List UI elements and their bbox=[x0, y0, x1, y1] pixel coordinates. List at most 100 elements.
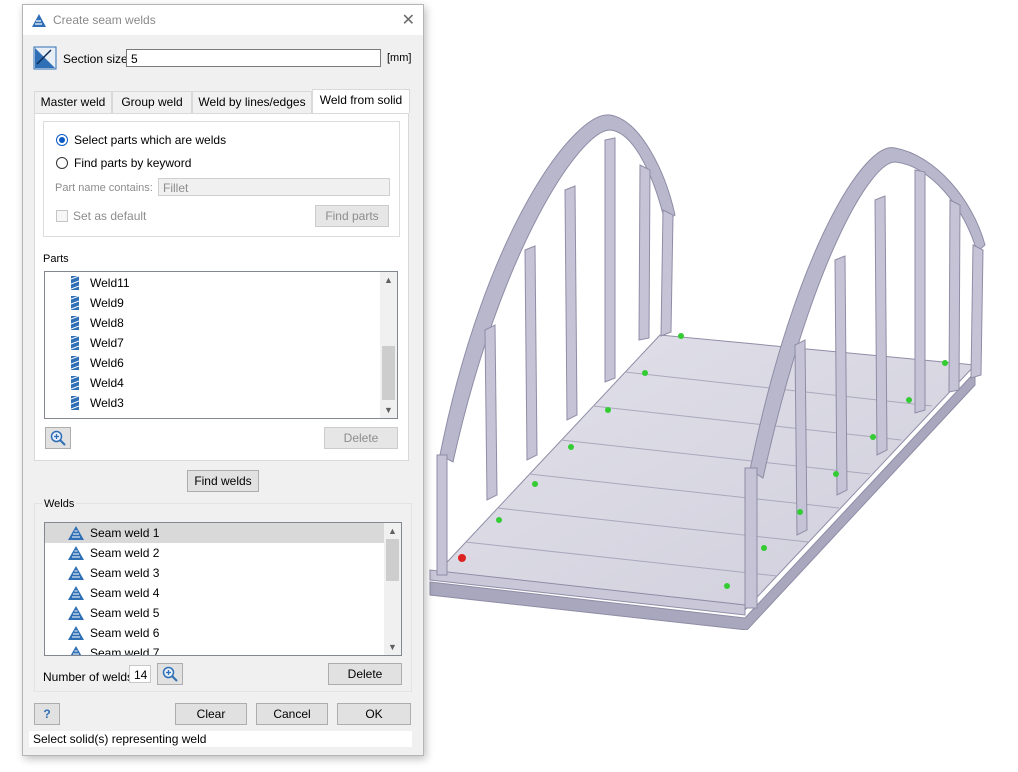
seam-weld-app-icon bbox=[32, 14, 46, 27]
seam-weld-icon bbox=[68, 626, 84, 640]
weld-marker bbox=[568, 444, 574, 450]
scroll-up-icon[interactable]: ▲ bbox=[384, 523, 401, 539]
list-item[interactable]: Seam weld 7 bbox=[45, 643, 385, 656]
selection-options-group: Select parts which are welds Find parts … bbox=[43, 121, 400, 237]
list-item[interactable]: Weld11 bbox=[45, 273, 381, 293]
find-parts-button[interactable]: Find parts bbox=[315, 205, 389, 227]
zoom-icon bbox=[162, 666, 178, 682]
weld-marker bbox=[724, 583, 730, 589]
part-name: Weld8 bbox=[90, 316, 124, 330]
weld-part-icon bbox=[71, 376, 79, 390]
part-name-label: Part name contains: bbox=[55, 182, 153, 194]
seam-weld-icon bbox=[68, 586, 84, 600]
list-item[interactable]: Seam weld 5 bbox=[45, 603, 385, 623]
weld-name: Seam weld 7 bbox=[90, 646, 160, 656]
tab-master-weld[interactable]: Master weld bbox=[34, 91, 112, 113]
title-bar[interactable]: Create seam welds ✕ bbox=[23, 5, 423, 35]
select-parts-radio[interactable] bbox=[56, 134, 68, 146]
scroll-down-icon[interactable]: ▼ bbox=[384, 639, 401, 655]
welds-group: Welds Seam weld 1 Seam weld 2 Seam weld … bbox=[34, 498, 412, 692]
tab-weld-by-lines-edges[interactable]: Weld by lines/edges bbox=[192, 91, 312, 113]
tab-weld-from-solid[interactable]: Weld from solid bbox=[312, 89, 410, 113]
part-name: Weld9 bbox=[90, 296, 124, 310]
find-welds-button[interactable]: Find welds bbox=[187, 470, 259, 492]
list-item[interactable]: Weld7 bbox=[45, 333, 381, 353]
parts-list[interactable]: Weld11 Weld9 Weld8 Weld7 Weld6 Weld4 Wel… bbox=[44, 271, 398, 419]
weld-marker bbox=[532, 481, 538, 487]
delete-welds-button[interactable]: Delete bbox=[328, 663, 402, 685]
welds-scrollbar[interactable]: ▲ ▼ bbox=[384, 523, 401, 655]
list-item[interactable]: Seam weld 6 bbox=[45, 623, 385, 643]
number-of-welds-field: 14 bbox=[129, 665, 151, 683]
list-item[interactable]: Weld6 bbox=[45, 353, 381, 373]
part-name-input[interactable]: Fillet bbox=[158, 178, 390, 196]
seam-weld-icon bbox=[68, 566, 84, 580]
part-name: Weld6 bbox=[90, 356, 124, 370]
zoom-icon bbox=[50, 430, 66, 446]
section-size-input[interactable]: 5 bbox=[126, 49, 381, 67]
scrollbar-thumb[interactable] bbox=[382, 346, 395, 400]
set-default-checkbox[interactable] bbox=[56, 210, 68, 222]
weld-part-icon bbox=[71, 296, 79, 310]
list-item[interactable]: Weld9 bbox=[45, 293, 381, 313]
scrollbar-thumb[interactable] bbox=[386, 539, 399, 581]
section-size-icon bbox=[33, 46, 57, 70]
delete-parts-button[interactable]: Delete bbox=[324, 427, 398, 449]
weld-marker bbox=[761, 545, 767, 551]
list-item[interactable]: Weld4 bbox=[45, 373, 381, 393]
list-item[interactable]: Weld3 bbox=[45, 393, 381, 413]
welds-list[interactable]: Seam weld 1 Seam weld 2 Seam weld 3 Seam… bbox=[44, 522, 402, 656]
help-button[interactable]: ? bbox=[34, 703, 60, 725]
weld-marker-selected bbox=[458, 554, 466, 562]
weld-marker bbox=[906, 397, 912, 403]
weld-marker bbox=[678, 333, 684, 339]
weld-name: Seam weld 1 bbox=[90, 526, 160, 540]
seam-weld-icon bbox=[70, 646, 82, 655]
ok-button[interactable]: OK bbox=[337, 703, 411, 725]
list-item[interactable]: Seam weld 2 bbox=[45, 543, 385, 563]
scroll-down-icon[interactable]: ▼ bbox=[380, 402, 397, 418]
parts-scrollbar[interactable]: ▲ ▼ bbox=[380, 272, 397, 418]
tab-group-weld[interactable]: Group weld bbox=[112, 91, 192, 113]
list-item[interactable]: Weld8 bbox=[45, 313, 381, 333]
weld-part-icon bbox=[71, 356, 79, 370]
weld-name: Seam weld 6 bbox=[90, 626, 160, 640]
weld-part-icon bbox=[71, 276, 79, 290]
status-bar: Select solid(s) representing weld bbox=[29, 731, 412, 747]
part-name: Weld4 bbox=[90, 376, 124, 390]
bridge-3d-viewport[interactable] bbox=[425, 110, 1005, 630]
parts-label: Parts bbox=[43, 253, 69, 265]
weld-marker bbox=[942, 360, 948, 366]
part-name: Weld3 bbox=[90, 396, 124, 410]
zoom-parts-button[interactable] bbox=[45, 427, 71, 449]
part-name: Weld11 bbox=[90, 276, 130, 290]
weld-name: Seam weld 5 bbox=[90, 606, 160, 620]
weld-marker bbox=[605, 407, 611, 413]
section-size-label: Section size bbox=[63, 52, 128, 66]
clear-button[interactable]: Clear bbox=[175, 703, 247, 725]
number-of-welds-label: Number of welds bbox=[43, 670, 134, 684]
welds-label: Welds bbox=[42, 498, 77, 510]
weld-marker bbox=[797, 509, 803, 515]
list-item[interactable]: Seam weld 4 bbox=[45, 583, 385, 603]
weld-marker bbox=[496, 517, 502, 523]
weld-marker bbox=[870, 434, 876, 440]
zoom-welds-button[interactable] bbox=[157, 663, 183, 685]
weld-name: Seam weld 3 bbox=[90, 566, 160, 580]
dialog-title: Create seam welds bbox=[53, 13, 156, 27]
section-size-unit: [mm] bbox=[387, 52, 412, 64]
scroll-up-icon[interactable]: ▲ bbox=[380, 272, 397, 288]
find-by-keyword-radio[interactable] bbox=[56, 157, 68, 169]
create-seam-welds-dialog: Create seam welds ✕ Section size 5 [mm] … bbox=[22, 4, 424, 756]
find-by-keyword-label: Find parts by keyword bbox=[74, 156, 192, 170]
bridge-model bbox=[429, 114, 986, 630]
seam-weld-icon bbox=[68, 606, 84, 620]
list-item[interactable]: Seam weld 3 bbox=[45, 563, 385, 583]
select-parts-label: Select parts which are welds bbox=[74, 133, 227, 147]
cancel-button[interactable]: Cancel bbox=[256, 703, 328, 725]
list-item[interactable]: Seam weld 1 bbox=[45, 523, 385, 543]
close-icon[interactable]: ✕ bbox=[402, 10, 415, 30]
weld-part-icon bbox=[71, 396, 79, 410]
weld-part-icon bbox=[71, 336, 79, 350]
weld-name: Seam weld 2 bbox=[90, 546, 160, 560]
